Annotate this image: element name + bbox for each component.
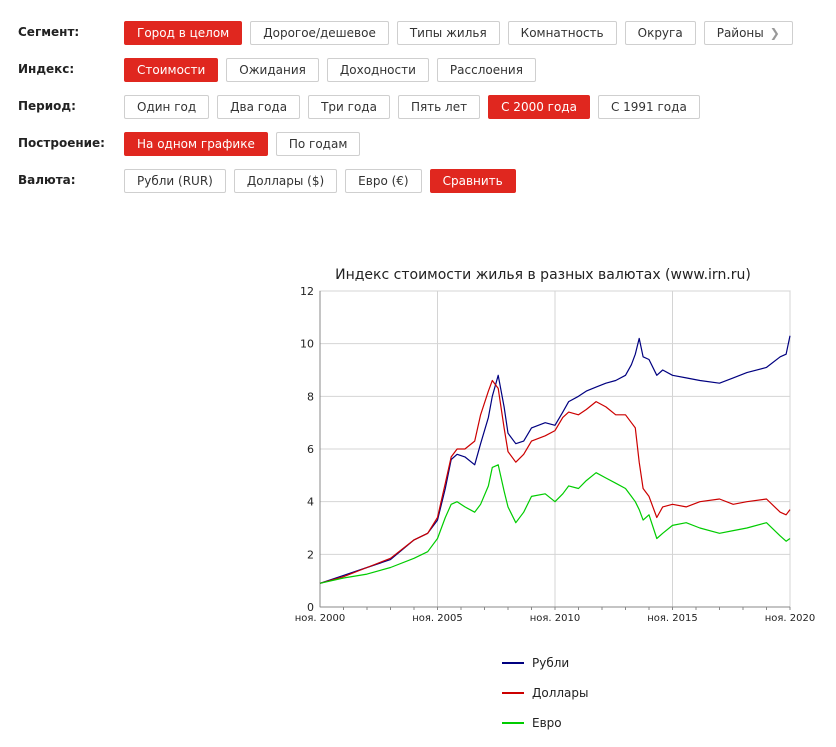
filter-options: Рубли (RUR) Доллары ($) Евро (€) Сравнить	[124, 169, 516, 193]
filter-option-button[interactable]: Районы ❯	[703, 21, 793, 45]
filter-option-button[interactable]: Город в целом	[124, 21, 243, 45]
filter-option-button[interactable]: Стоимости	[124, 58, 219, 82]
filter-option-label: Комнатность	[520, 26, 604, 40]
filter-option-label: С 2000 года	[501, 100, 577, 114]
filter-option-button[interactable]: Дорогое/дешевое	[250, 21, 389, 45]
filter-option-button[interactable]: Рубли (RUR)	[124, 169, 226, 193]
filter-option-button[interactable]: Один год	[124, 95, 210, 119]
filter-option-button[interactable]: С 2000 года	[488, 95, 590, 119]
filter-option-button[interactable]: Комнатность	[507, 21, 617, 45]
filter-option-button[interactable]: Сравнить	[429, 169, 516, 193]
filter-option-label: Евро (€)	[358, 174, 409, 188]
filter-option-button[interactable]: Евро (€)	[345, 169, 422, 193]
x-tick-label: ноя. 2015	[647, 613, 697, 624]
filter-option-label: С 1991 года	[610, 100, 687, 114]
chart-container: Индекс стоимости жилья в разных валютах …	[270, 255, 836, 743]
filter-option-button[interactable]: Расслоения	[436, 58, 536, 82]
filter-option-button[interactable]: Округа	[624, 21, 696, 45]
filter-options: Один год Два года Три года Пять лет С 2000 г…	[124, 95, 700, 119]
filter-option-label: По годам	[288, 137, 348, 151]
filter-option-label: Доходности	[339, 63, 416, 77]
filter-row-label: Сегмент:	[18, 25, 80, 39]
filter-option-button[interactable]: По годам	[275, 132, 361, 156]
filter-option-button[interactable]: Доллары ($)	[233, 169, 338, 193]
filter-option-label: Дорогое/дешевое	[263, 26, 376, 40]
y-tick-label: 4	[307, 496, 314, 509]
filter-row-label: Индекс:	[18, 62, 75, 76]
filter-option-button[interactable]: Доходности	[326, 58, 429, 82]
x-tick-label: ноя. 2020	[765, 613, 815, 624]
filter-row-label: Период:	[18, 99, 76, 113]
filter-option-label: Два года	[230, 100, 288, 114]
filter-row-label: Построение:	[18, 136, 105, 150]
house-price-index-chart: Индекс стоимости жилья в разных валютах …	[295, 267, 815, 730]
filter-option-label: На одном графике	[137, 137, 255, 151]
legend-label: Евро	[532, 716, 562, 730]
filter-option-button[interactable]: Пять лет	[397, 95, 481, 119]
filter-options: На одном графике По годам	[124, 132, 361, 156]
filter-option-button[interactable]: Два года	[217, 95, 301, 119]
filter-option-button[interactable]: Ожидания	[226, 58, 319, 82]
filter-option-button[interactable]: Три года	[308, 95, 390, 119]
y-tick-label: 10	[300, 338, 314, 351]
filter-option-label: Три года	[321, 100, 377, 114]
y-tick-label: 6	[307, 443, 314, 456]
filter-option-label: Доллары ($)	[246, 174, 325, 188]
filter-option-label: Типы жилья	[409, 26, 487, 40]
filter-option-label: Округа	[637, 26, 683, 40]
filter-option-label: Стоимости	[137, 63, 206, 77]
x-tick-label: ноя. 2005	[412, 613, 462, 624]
filter-option-label: Районы	[716, 26, 764, 40]
filter-option-button[interactable]: На одном графике	[124, 132, 268, 156]
legend: Рубли Доллары Евро	[502, 656, 589, 730]
legend-label: Рубли	[532, 656, 569, 670]
filter-row-label: Валюта:	[18, 173, 76, 187]
chart-title: Индекс стоимости жилья в разных валютах …	[335, 267, 751, 283]
filter-option-label: Ожидания	[239, 63, 306, 77]
filter-option-label: Город в целом	[137, 26, 230, 40]
filter-option-button[interactable]: С 1991 года	[597, 95, 700, 119]
filter-option-button[interactable]: Типы жилья	[396, 21, 500, 45]
y-tick-label: 12	[300, 285, 314, 298]
filter-option-label: Рубли (RUR)	[137, 174, 213, 188]
filter-option-label: Сравнить	[442, 174, 503, 188]
filter-options: Стоимости Ожидания Доходности Расслоения	[124, 58, 536, 82]
legend-label: Доллары	[532, 686, 589, 700]
y-tick-label: 2	[307, 548, 314, 561]
filter-options: Город в целом Дорогое/дешевое Типы жилья Ко…	[124, 21, 793, 45]
filter-option-label: Расслоения	[449, 63, 523, 77]
x-tick-label: ноя. 2000	[295, 613, 345, 624]
filter-option-label: Один год	[137, 100, 197, 114]
x-tick-label: ноя. 2010	[530, 613, 580, 624]
chevron-right-icon: ❯	[769, 26, 780, 40]
y-tick-label: 8	[307, 390, 314, 403]
filter-option-label: Пять лет	[410, 100, 468, 114]
